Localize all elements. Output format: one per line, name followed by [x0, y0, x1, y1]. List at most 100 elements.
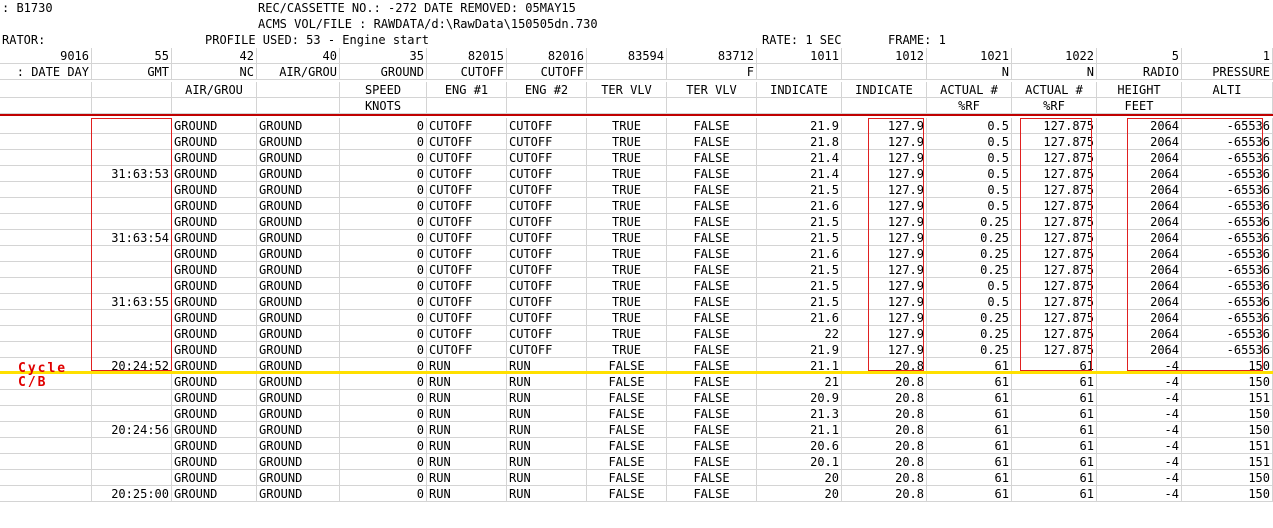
table-cell[interactable]: 127.875: [1012, 342, 1097, 358]
table-cell[interactable]: CUTOFF: [427, 310, 507, 326]
table-cell[interactable]: 127.9: [842, 246, 927, 262]
table-cell[interactable]: TRUE: [587, 134, 667, 150]
table-cell[interactable]: GROUND: [257, 326, 340, 342]
table-cell[interactable]: [0, 326, 92, 342]
table-cell[interactable]: 61: [1012, 486, 1097, 502]
table-cell[interactable]: RUN: [427, 374, 507, 390]
table-cell[interactable]: 127.875: [1012, 310, 1097, 326]
table-cell[interactable]: [0, 150, 92, 166]
table-cell[interactable]: 22: [757, 326, 842, 342]
table-cell[interactable]: FALSE: [667, 134, 757, 150]
table-cell[interactable]: CUTOFF: [427, 326, 507, 342]
table-cell[interactable]: CUTOFF: [507, 182, 587, 198]
table-cell[interactable]: FALSE: [667, 150, 757, 166]
table-cell[interactable]: FALSE: [667, 326, 757, 342]
table-cell[interactable]: 150: [1182, 406, 1273, 422]
table-cell[interactable]: -4: [1097, 486, 1182, 502]
table-cell[interactable]: -65536: [1182, 150, 1273, 166]
table-cell[interactable]: RUN: [427, 422, 507, 438]
col-unit-cell[interactable]: [667, 98, 757, 114]
col-label-cell[interactable]: ENG #2: [507, 82, 587, 98]
col-id-cell[interactable]: 83594: [587, 48, 667, 64]
table-cell[interactable]: -65536: [1182, 262, 1273, 278]
table-cell[interactable]: [0, 246, 92, 262]
table-cell[interactable]: [92, 438, 172, 454]
table-cell[interactable]: 0: [340, 374, 427, 390]
table-cell[interactable]: 0: [340, 182, 427, 198]
table-cell[interactable]: TRUE: [587, 230, 667, 246]
table-cell[interactable]: -4: [1097, 422, 1182, 438]
table-cell[interactable]: 0.5: [927, 134, 1012, 150]
table-cell[interactable]: GROUND: [257, 214, 340, 230]
table-cell[interactable]: GROUND: [257, 422, 340, 438]
table-cell[interactable]: [92, 326, 172, 342]
table-cell[interactable]: 0.5: [927, 198, 1012, 214]
table-cell[interactable]: 0.25: [927, 310, 1012, 326]
table-cell[interactable]: GROUND: [172, 294, 257, 310]
table-cell[interactable]: 150: [1182, 374, 1273, 390]
table-cell[interactable]: CUTOFF: [427, 134, 507, 150]
table-cell[interactable]: [0, 422, 92, 438]
table-cell[interactable]: 2064: [1097, 118, 1182, 134]
table-cell[interactable]: CUTOFF: [427, 166, 507, 182]
table-cell[interactable]: [92, 310, 172, 326]
table-cell[interactable]: FALSE: [587, 374, 667, 390]
table-cell[interactable]: 2064: [1097, 342, 1182, 358]
table-cell[interactable]: 151: [1182, 438, 1273, 454]
table-cell[interactable]: CUTOFF: [507, 230, 587, 246]
table-cell[interactable]: TRUE: [587, 294, 667, 310]
col-label-cell[interactable]: CUTOFF: [507, 64, 587, 80]
table-cell[interactable]: RUN: [427, 454, 507, 470]
table-cell[interactable]: -65536: [1182, 230, 1273, 246]
table-cell[interactable]: 2064: [1097, 150, 1182, 166]
table-cell[interactable]: [0, 182, 92, 198]
col-id-cell[interactable]: 40: [257, 48, 340, 64]
table-cell[interactable]: CUTOFF: [507, 326, 587, 342]
table-cell[interactable]: [92, 454, 172, 470]
table-cell[interactable]: 0: [340, 406, 427, 422]
col-label-cell[interactable]: HEIGHT: [1097, 82, 1182, 98]
table-cell[interactable]: 2064: [1097, 294, 1182, 310]
table-cell[interactable]: GROUND: [257, 278, 340, 294]
col-unit-cell[interactable]: [92, 98, 172, 114]
table-cell[interactable]: GROUND: [257, 262, 340, 278]
table-cell[interactable]: 127.9: [842, 278, 927, 294]
col-label-cell[interactable]: [842, 64, 927, 80]
table-cell[interactable]: 21.4: [757, 166, 842, 182]
table-cell[interactable]: [92, 262, 172, 278]
table-cell[interactable]: 20.8: [842, 406, 927, 422]
table-cell[interactable]: 20.8: [842, 470, 927, 486]
table-cell[interactable]: RUN: [427, 470, 507, 486]
table-cell[interactable]: 0.25: [927, 326, 1012, 342]
col-label-cell[interactable]: [757, 64, 842, 80]
col-label-cell[interactable]: TER VLV: [587, 82, 667, 98]
table-cell[interactable]: 0.5: [927, 182, 1012, 198]
col-label-cell[interactable]: INDICATE: [842, 82, 927, 98]
table-cell[interactable]: -4: [1097, 374, 1182, 390]
table-cell[interactable]: 21.5: [757, 294, 842, 310]
col-id-cell[interactable]: 82015: [427, 48, 507, 64]
table-cell[interactable]: [92, 134, 172, 150]
table-cell[interactable]: CUTOFF: [507, 150, 587, 166]
table-cell[interactable]: -65536: [1182, 214, 1273, 230]
table-cell[interactable]: 0: [340, 230, 427, 246]
table-cell[interactable]: 0: [340, 118, 427, 134]
col-label-cell[interactable]: [0, 82, 92, 98]
table-cell[interactable]: 127.9: [842, 182, 927, 198]
table-cell[interactable]: [0, 342, 92, 358]
table-cell[interactable]: TRUE: [587, 214, 667, 230]
table-cell[interactable]: 127.875: [1012, 214, 1097, 230]
table-cell[interactable]: GROUND: [257, 374, 340, 390]
table-cell[interactable]: RUN: [427, 486, 507, 502]
table-cell[interactable]: GROUND: [257, 294, 340, 310]
table-cell[interactable]: 127.875: [1012, 134, 1097, 150]
table-cell[interactable]: GROUND: [172, 326, 257, 342]
col-id-cell[interactable]: 1022: [1012, 48, 1097, 64]
table-cell[interactable]: 0.25: [927, 246, 1012, 262]
col-unit-cell[interactable]: FEET: [1097, 98, 1182, 114]
table-cell[interactable]: RUN: [507, 374, 587, 390]
table-cell[interactable]: 0: [340, 470, 427, 486]
table-cell[interactable]: RUN: [507, 438, 587, 454]
table-cell[interactable]: FALSE: [667, 438, 757, 454]
table-cell[interactable]: 21.4: [757, 150, 842, 166]
